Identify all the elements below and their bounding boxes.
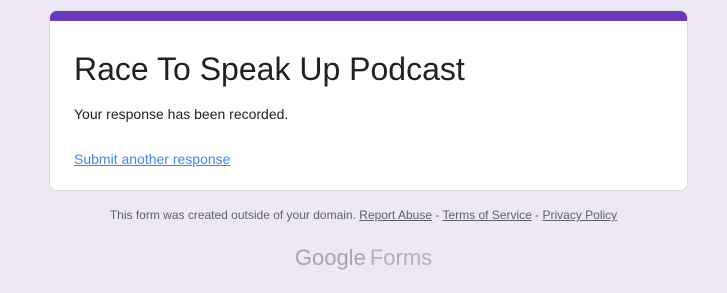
footer-notice: This form was created outside of your do… <box>0 207 727 223</box>
footer-separator: - <box>432 208 443 222</box>
domain-notice-text: This form was created outside of your do… <box>109 208 356 222</box>
google-forms-logo[interactable]: Google Forms <box>0 244 727 272</box>
brand-forms-text: Forms <box>369 245 433 270</box>
confirmation-message: Your response has been recorded. <box>74 106 289 122</box>
form-title: Race To Speak Up Podcast <box>74 51 465 87</box>
brand-google-text: Google <box>294 245 366 270</box>
privacy-policy-link[interactable]: Privacy Policy <box>542 208 617 222</box>
page: Race To Speak Up Podcast Your response h… <box>0 0 727 293</box>
terms-of-service-link[interactable]: Terms of Service <box>442 208 531 222</box>
report-abuse-link[interactable]: Report Abuse <box>359 208 432 222</box>
response-card: Race To Speak Up Podcast Your response h… <box>49 10 688 191</box>
footer-separator: - <box>531 208 543 222</box>
card-accent-bar <box>50 11 687 21</box>
submit-another-response-link[interactable]: Submit another response <box>74 149 230 169</box>
